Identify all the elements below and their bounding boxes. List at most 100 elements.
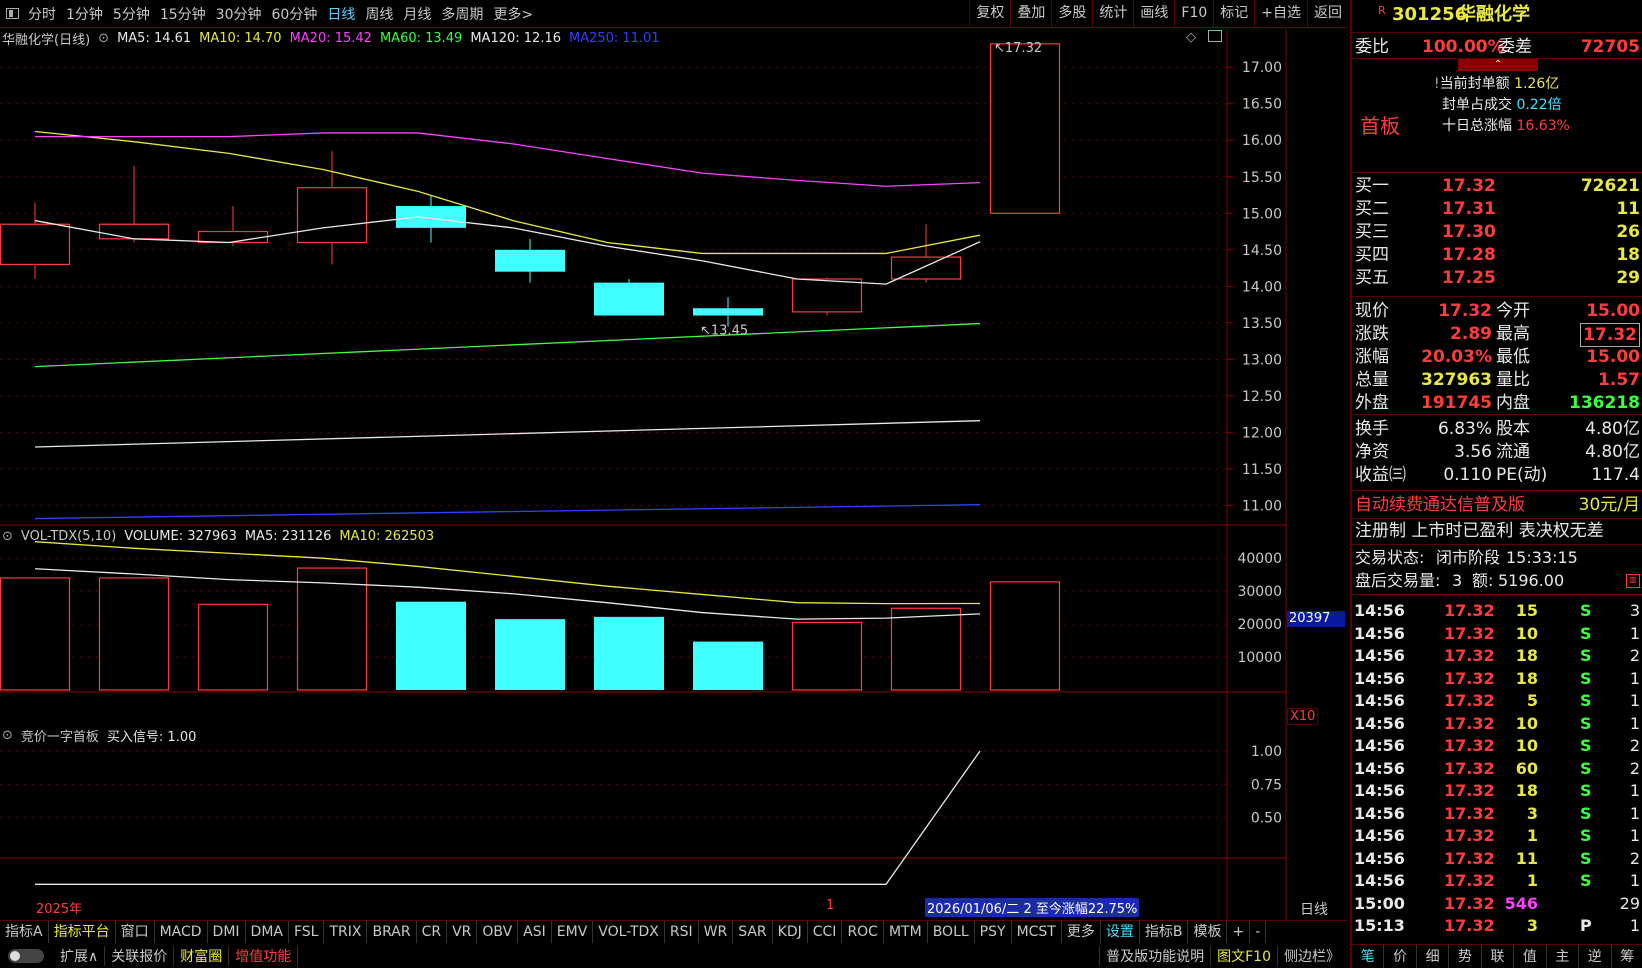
indicator-tab-28[interactable]: 模板 [1188,920,1228,943]
tick-side: S [1580,668,1592,688]
tick-time: 14:56 [1354,871,1405,890]
quote-label: 涨跌 [1355,324,1389,344]
quote-label: 涨幅 [1355,347,1389,367]
tick-count: 2 [1629,646,1640,665]
tick-price: 17.32 [1444,646,1495,665]
volume-bar [890,607,962,691]
indicator-tab-29[interactable]: + [1227,920,1251,943]
ad-text[interactable]: 自动续费通达信普及版 [1355,494,1525,516]
collapse-icon[interactable]: ⌃ [1458,59,1538,71]
tick-time: 14:56 [1354,736,1405,755]
chart-mini-icon[interactable]: ▥ [1626,574,1640,588]
indicator-tab-23[interactable]: PSY [975,920,1012,943]
trade-status-label: 交易状态: [1355,548,1425,567]
indicator-legend-icon[interactable]: ⊙ [2,728,13,743]
indicator-tab-16[interactable]: WR [699,920,734,943]
ma120-line [34,420,981,448]
bottom-link-3[interactable]: 增值功能 [229,946,299,966]
indicator-tab-13[interactable]: EMV [552,920,594,943]
quote-value: 2.89 [1450,324,1492,344]
side-tab-5[interactable]: 值 [1514,945,1547,968]
bottom-right-link-2[interactable]: 侧边栏》 [1277,946,1346,966]
indicator-tab-18[interactable]: KDJ [773,920,808,943]
indicator-tab-0[interactable]: 指标A [0,920,49,943]
indicator-tab-24[interactable]: MCST [1012,920,1062,943]
vol-y-label: 30000 [1237,584,1282,600]
candle-body [495,249,565,272]
indicator-tab-17[interactable]: SAR [733,920,773,943]
ten-day-value: 16.63% [1516,118,1570,134]
y-tick-label: 14.50 [1242,243,1282,259]
tick-price: 17.32 [1444,848,1495,868]
weicha-label: 委差 [1498,37,1532,57]
side-tab-8[interactable]: 筹 [1612,945,1642,968]
tick-side: S [1580,736,1592,755]
bottom-right-link-1[interactable]: 图文F10 [1210,946,1277,966]
vol-ma5: MA5: 231126 [244,528,332,544]
low-price-label: ↖13.45 [700,323,748,338]
finance-label: 流通 [1496,442,1530,462]
side-tab-3[interactable]: 势 [1449,945,1482,968]
indicator-tab-14[interactable]: VOL-TDX [593,920,665,943]
indicator-tab-10[interactable]: VR [447,920,478,943]
weicha-value: 72705 [1580,37,1640,57]
stock-name: 华融化学 [1458,4,1530,25]
buy-price: 17.32 [1442,176,1496,196]
tick-count: 1 [1629,916,1640,935]
tick-side: S [1580,826,1592,845]
ten-day-label: 十日总涨幅 [1442,118,1512,134]
tick-side: S [1580,758,1592,778]
bottom-right-link-0[interactable]: 普及版功能说明 [1099,946,1210,966]
vol-title: VOL-TDX(5,10) [20,528,117,544]
indicator-tab-21[interactable]: MTM [884,920,928,943]
bottom-link-2[interactable]: 财富圈 [174,946,230,966]
indicator-tab-12[interactable]: ASI [518,920,552,943]
high-price-label: ↖17.32 [994,41,1042,56]
side-tab-1[interactable]: 价 [1384,945,1417,968]
side-tab-0[interactable]: 笔 [1352,945,1385,968]
chart-canvas[interactable]: 17.00 16.50 16.00 15.50 15.00 14.50 14.00 13.50… [0,0,1350,920]
finance-label: PE(动) [1496,465,1548,485]
bottom-link-0[interactable]: 扩展∧ [54,946,106,966]
indicator-tab-19[interactable]: CCI [808,920,843,943]
tick-volume: 1 [1526,871,1538,890]
ad-price[interactable]: 30元/月 [1579,494,1640,516]
tick-side: S [1580,871,1592,890]
indicator-tab-27[interactable]: 指标B [1140,920,1189,943]
indicator-tab-26[interactable]: 设置 [1101,920,1140,943]
indicator-tab-11[interactable]: OBV [477,920,519,943]
side-tab-2[interactable]: 细 [1417,945,1450,968]
indicator-tab-7[interactable]: TRIX [324,920,368,943]
finance-label: 净资 [1355,442,1389,462]
indicator-tab-3[interactable]: MACD [155,920,208,943]
indicator-tab-20[interactable]: ROC [842,920,884,943]
candle-body [296,187,368,244]
y-tick-label: 14.00 [1242,279,1282,295]
tick-time: 14:56 [1354,623,1405,643]
indicator-tab-15[interactable]: RSI [665,920,699,943]
y-tick-label: 15.50 [1242,170,1282,186]
stock-code: 301256 [1392,4,1468,25]
indicator-tab-1[interactable]: 指标平台 [49,920,116,943]
toggle-switch[interactable] [8,949,44,963]
finance-label: 换手 [1355,419,1389,439]
volume-legend-icon[interactable]: ⊙ [2,529,13,544]
indicator-tab-8[interactable]: BRAR [367,920,417,943]
tick-time: 14:56 [1354,803,1405,823]
indicator-tab-30[interactable]: - [1250,920,1267,943]
indicator-tab-2[interactable]: 窗口 [116,920,155,943]
indicator-tab-9[interactable]: CR [417,920,448,943]
candle-body [396,205,466,228]
bottom-link-1[interactable]: 关联报价 [105,946,175,966]
indicator-tab-4[interactable]: DMI [208,920,246,943]
finance-value: 3.56 [1454,442,1492,462]
indicator-tab-5[interactable]: DMA [246,920,289,943]
period-label[interactable]: 日线 [1300,899,1328,919]
indicator-tab-25[interactable]: 更多 [1062,920,1101,943]
indicator-tabs: 指标A 指标平台 窗口 MACD DMI DMA FSL TRIX BRAR CR VR OBV ASI… [0,920,1348,943]
side-tab-6[interactable]: 主 [1547,945,1580,968]
indicator-tab-6[interactable]: FSL [289,920,325,943]
side-tab-7[interactable]: 逆 [1579,945,1612,968]
indicator-tab-22[interactable]: BOLL [928,920,975,943]
side-tab-4[interactable]: 联 [1482,945,1515,968]
